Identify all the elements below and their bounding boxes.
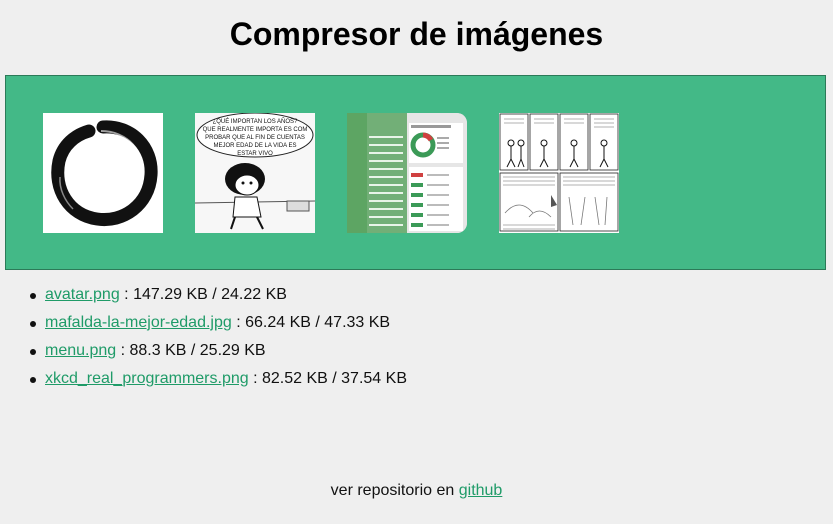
list-item: menu.png : 88.3 KB / 25.29 KB [30,340,407,368]
file-link-mafalda[interactable]: mafalda-la-mejor-edad.jpg [45,314,232,331]
xkcd-image [499,113,619,233]
image-dropzone[interactable]: ¿QUÉ IMPORTAN LOS AÑOS? QUE REALMENTE IM… [5,75,826,270]
file-link-xkcd[interactable]: xkcd_real_programmers.png [45,370,249,387]
svg-text:¿QUÉ IMPORTAN LOS AÑOS?: ¿QUÉ IMPORTAN LOS AÑOS? [213,118,298,125]
svg-text:QUE REALMENTE IMPORTA ES COM: QUE REALMENTE IMPORTA ES COM [203,127,308,133]
mafalda-thumbnail[interactable]: ¿QUÉ IMPORTAN LOS AÑOS? QUE REALMENTE IM… [195,113,315,233]
menu-image [347,113,467,233]
page-title: Compresor de imágenes [229,16,604,52]
menu-thumbnail[interactable] [347,113,467,233]
svg-text:PROBAR QUE AL FIN DE CUENTAS: PROBAR QUE AL FIN DE CUENTAS [205,135,305,141]
svg-text:ESTAR VIVO: ESTAR VIVO [237,151,273,157]
list-item: mafalda-la-mejor-edad.jpg : 66.24 KB / 4… [30,312,407,340]
file-link-menu[interactable]: menu.png [45,342,116,359]
svg-text:MEJOR EDAD DE LA VIDA ES: MEJOR EDAD DE LA VIDA ES [213,143,296,149]
file-list: avatar.png : 147.29 KB / 24.22 KB mafald… [30,284,407,396]
file-sizes: : 66.24 KB / 47.33 KB [231,314,391,331]
file-link-avatar[interactable]: avatar.png [45,286,120,303]
file-sizes: : 82.52 KB / 37.54 KB [248,370,407,387]
enso-image [43,113,163,233]
mafalda-image: ¿QUÉ IMPORTAN LOS AÑOS? QUE REALMENTE IM… [195,113,315,233]
footer-text: ver repositorio en [330,482,459,499]
xkcd-thumbnail[interactable] [499,113,619,233]
file-sizes: : 147.29 KB / 24.22 KB [119,286,287,303]
file-sizes: : 88.3 KB / 25.29 KB [116,342,266,359]
footer: ver repositorio en github [0,482,833,500]
github-link[interactable]: github [459,482,503,499]
avatar-thumbnail[interactable] [43,113,163,233]
list-item: xkcd_real_programmers.png : 82.52 KB / 3… [30,368,407,396]
list-item: avatar.png : 147.29 KB / 24.22 KB [30,284,407,312]
